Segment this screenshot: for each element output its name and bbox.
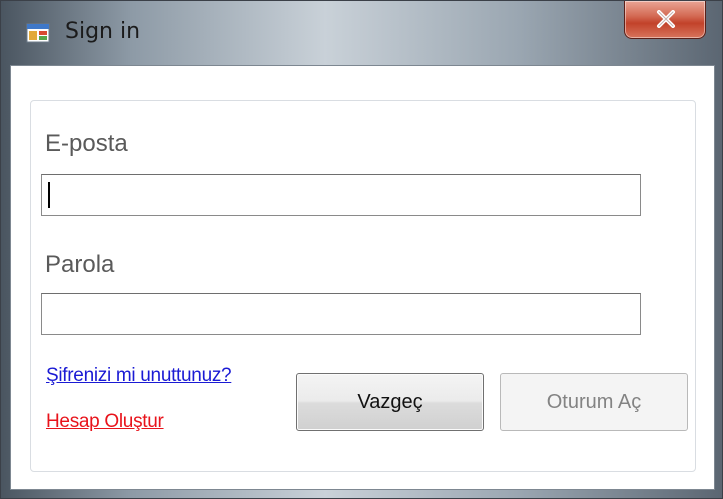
signin-window: Sign in E-posta Parola Şifrenizi mi unut… — [0, 0, 723, 499]
create-account-link[interactable]: Hesap Oluştur — [46, 411, 164, 433]
dialog-content: E-posta Parola Şifrenizi mi unuttunuz? H… — [10, 65, 715, 490]
email-field[interactable] — [41, 174, 641, 216]
cancel-button[interactable]: Vazgeç — [296, 373, 484, 431]
text-caret — [48, 182, 50, 208]
app-window-icon — [26, 21, 50, 45]
cancel-button-label: Vazgeç — [357, 390, 423, 413]
signin-button-label: Oturum Aç — [546, 390, 642, 413]
window-title: Sign in — [65, 19, 141, 44]
title-bar[interactable]: Sign in — [1, 1, 723, 65]
close-icon — [657, 10, 675, 28]
email-label: E-posta — [45, 130, 128, 157]
signin-button[interactable]: Oturum Aç — [500, 373, 688, 431]
password-label: Parola — [45, 251, 115, 278]
close-button[interactable] — [624, 1, 706, 39]
forgot-password-link[interactable]: Şifrenizi mi unuttunuz? — [46, 365, 232, 387]
password-field[interactable] — [41, 293, 641, 335]
